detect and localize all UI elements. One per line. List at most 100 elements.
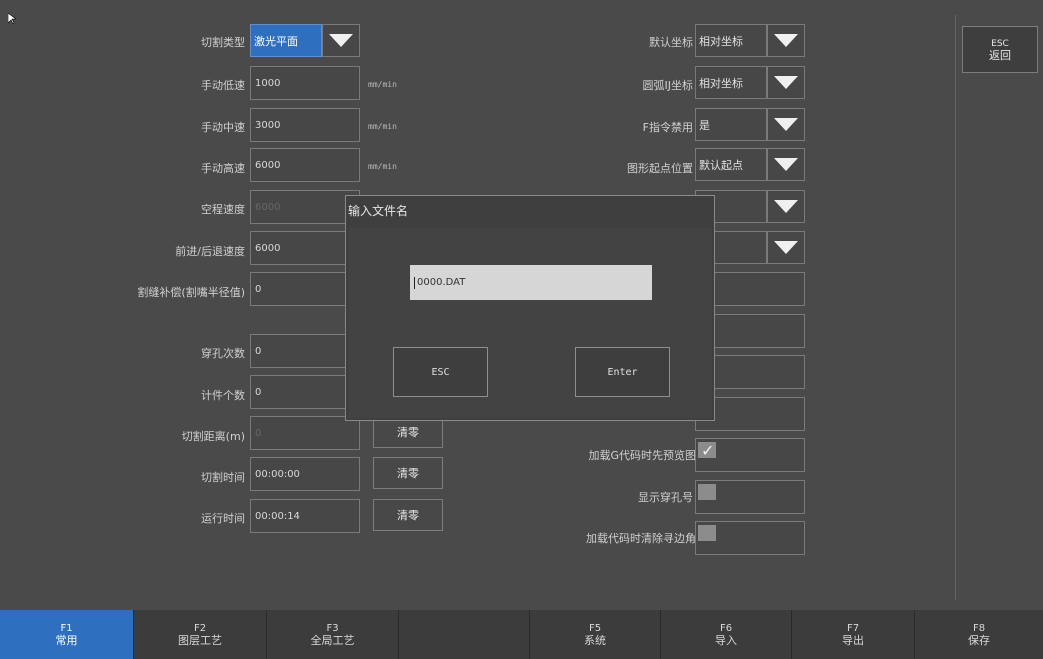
esc-return-button[interactable]: ESC 返回 [962, 26, 1038, 73]
kerf-comp-value: 0 [255, 283, 262, 295]
default-coord-dropdown-button[interactable] [767, 24, 805, 57]
cut-type-value: 激光平面 [254, 34, 298, 48]
manual-low-value: 1000 [255, 77, 281, 89]
fkey-f5[interactable]: F5 系统 [530, 610, 661, 659]
filename-value: 0000.DAT [417, 277, 466, 288]
dialog-enter-label: Enter [607, 366, 638, 378]
checkbox-box: ✓ [698, 441, 716, 460]
f-disable-label: F指令禁用 [642, 121, 693, 134]
fkey-f7-key: F7 [846, 622, 860, 634]
shape-start-value: 默认起点 [699, 158, 743, 172]
clear-cut-time-button[interactable]: 清零 [373, 457, 443, 489]
shape-start-label: 图形起点位置 [627, 162, 693, 175]
f-disable-value: 是 [699, 118, 710, 132]
cut-time-input[interactable]: 00:00:00 [250, 457, 360, 491]
f-disable-select[interactable]: 是 [695, 108, 767, 141]
arc-ij-coord-dropdown-button[interactable] [767, 66, 805, 99]
arc-ij-coord-value: 相对坐标 [699, 76, 743, 90]
fkey-f1[interactable]: F1 常用 [0, 610, 134, 659]
checkmark-icon: ✓ [701, 441, 715, 460]
arc-ij-coord-select[interactable]: 相对坐标 [695, 66, 767, 99]
manual-high-input[interactable]: 6000 [250, 148, 360, 182]
cut-time-label: 切割时间 [201, 471, 245, 484]
show-pierce-no-label: 显示穿孔号 [638, 491, 693, 504]
pierce-count-value: 0 [255, 345, 262, 357]
text-cursor [414, 276, 415, 289]
clear-edge-angle-label: 加载代码时清除寻边角度 [586, 532, 707, 545]
esc-key-label: ESC [991, 38, 1009, 49]
cut-distance-value: 0 [255, 427, 262, 439]
fkey-f7[interactable]: F7 导出 [792, 610, 915, 659]
chevron-down-icon [774, 200, 798, 213]
piece-count-value: 0 [255, 386, 262, 398]
manual-high-unit: mm/min [368, 162, 397, 171]
pierce-count-input[interactable]: 0 [250, 334, 360, 368]
manual-mid-input[interactable]: 3000 [250, 108, 360, 142]
chevron-down-icon [774, 118, 798, 131]
cut-type-label: 切割类型 [201, 36, 245, 49]
preview-on-load-label: 加载G代码时先预览图形 [588, 449, 707, 462]
fkey-f1-label: 常用 [55, 633, 78, 647]
fkey-f3-label: 全局工艺 [310, 633, 355, 647]
manual-low-input[interactable]: 1000 [250, 66, 360, 100]
run-time-label: 运行时间 [201, 512, 245, 525]
fkey-f6-key: F6 [719, 622, 733, 634]
default-coord-label: 默认坐标 [649, 36, 693, 49]
fkey-f2[interactable]: F2 图层工艺 [134, 610, 267, 659]
fwd-back-speed-label: 前进/后退速度 [175, 245, 245, 258]
clear-cut-distance-label: 清零 [397, 426, 419, 439]
shape-start-select[interactable]: 默认起点 [695, 148, 767, 181]
fkey-f3[interactable]: F3 全局工艺 [267, 610, 399, 659]
fkey-f7-label: 导出 [842, 633, 864, 647]
arc-ij-coord-label: 圆弧IJ坐标 [642, 79, 694, 92]
default-coord-value: 相对坐标 [699, 34, 743, 48]
manual-high-label: 手动高速 [201, 162, 245, 175]
clear-run-time-button[interactable]: 清零 [373, 499, 443, 531]
esc-return-label: 返回 [989, 48, 1011, 62]
clear-run-time-label: 清零 [397, 509, 419, 522]
dialog-body: 0000.DAT ESC Enter [348, 228, 712, 418]
kerf-comp-input[interactable]: 0 [250, 272, 360, 306]
mouse-cursor-icon [7, 10, 17, 29]
clear-cut-time-label: 清零 [397, 467, 419, 480]
cut-type-select[interactable]: 激光平面 [250, 24, 322, 57]
idle-speed-input[interactable]: 6000 [250, 190, 360, 224]
hidden-select-6-dropdown-button[interactable] [767, 231, 805, 264]
shape-start-dropdown-button[interactable] [767, 148, 805, 181]
dialog-esc-button[interactable]: ESC [393, 347, 488, 397]
fkey-f6[interactable]: F6 导入 [661, 610, 792, 659]
default-coord-select[interactable]: 相对坐标 [695, 24, 767, 57]
cut-type-dropdown-button[interactable] [322, 24, 360, 57]
show-pierce-no-checkbox[interactable] [695, 480, 805, 514]
f-disable-dropdown-button[interactable] [767, 108, 805, 141]
chevron-down-icon [774, 34, 798, 47]
fkey-f1-key: F1 [60, 622, 73, 634]
checkbox-box [698, 525, 716, 541]
fkey-f8[interactable]: F8 保存 [915, 610, 1043, 659]
idle-speed-value: 6000 [255, 201, 281, 213]
manual-mid-value: 3000 [255, 119, 281, 131]
run-time-value: 00:00:14 [255, 510, 300, 522]
fwd-back-speed-input[interactable]: 6000 [250, 231, 360, 265]
piece-count-input[interactable]: 0 [250, 375, 360, 409]
cut-distance-input[interactable]: 0 [250, 416, 360, 450]
fkey-f5-key: F5 [588, 622, 602, 634]
panel-divider [955, 15, 956, 600]
idle-speed-label: 空程速度 [201, 203, 245, 216]
manual-high-value: 6000 [255, 159, 281, 171]
run-time-input[interactable]: 00:00:14 [250, 499, 360, 533]
pierce-count-label: 穿孔次数 [201, 347, 245, 360]
fkey-f4[interactable] [399, 610, 530, 659]
clear-edge-angle-checkbox[interactable] [695, 521, 805, 555]
fkey-f5-label: 系统 [584, 633, 606, 647]
manual-low-label: 手动低速 [201, 79, 245, 92]
fkey-f2-label: 图层工艺 [178, 633, 222, 647]
hidden-select-5-dropdown-button[interactable] [767, 190, 805, 223]
preview-on-load-checkbox[interactable]: ✓ [695, 438, 805, 472]
fkey-f6-label: 导入 [715, 633, 737, 647]
filename-input[interactable]: 0000.DAT [410, 265, 652, 300]
fkey-f3-key: F3 [326, 622, 339, 634]
dialog-enter-button[interactable]: Enter [575, 347, 670, 397]
dialog-esc-label: ESC [431, 366, 450, 378]
checkbox-box [698, 484, 716, 500]
